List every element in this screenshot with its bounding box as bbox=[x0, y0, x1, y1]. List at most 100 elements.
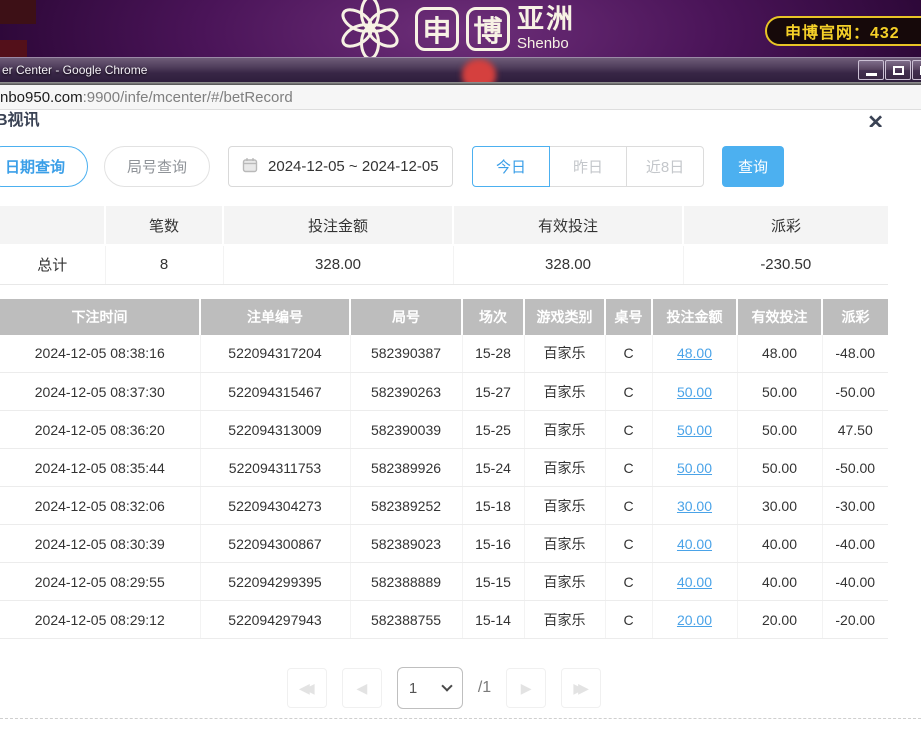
col-bet: 投注金额 bbox=[652, 299, 737, 335]
left-arrow-icon: ◀ bbox=[356, 680, 367, 697]
date-range-value: 2024-12-05 ~ 2024-12-05 bbox=[268, 158, 439, 175]
brand-logo: 申 博 亚洲 Shenbo bbox=[332, 0, 575, 57]
cell-round: 582389252 bbox=[350, 487, 462, 525]
tab-date-query[interactable]: 日期查询 bbox=[0, 146, 88, 187]
cell-time: 2024-12-05 08:29:12 bbox=[0, 601, 200, 639]
summary-col-payout: 派彩 bbox=[683, 206, 888, 245]
cell-bet-id: 522094313009 bbox=[200, 411, 350, 449]
cell-game: 百家乐 bbox=[524, 335, 605, 373]
cell-valid: 48.00 bbox=[737, 335, 822, 373]
cell-session: 15-27 bbox=[462, 373, 524, 411]
cell-valid: 50.00 bbox=[737, 449, 822, 487]
summary-payout: -230.50 bbox=[683, 245, 888, 284]
quick-yesterday-button[interactable]: 昨日 bbox=[549, 146, 627, 187]
search-button[interactable]: 查询 bbox=[722, 146, 784, 187]
window-title: er Center - Google Chrome bbox=[2, 63, 147, 77]
bet-amount-link[interactable]: 40.00 bbox=[677, 574, 712, 590]
brand-text: 亚洲 Shenbo bbox=[517, 6, 575, 51]
quick-today-button[interactable]: 今日 bbox=[472, 146, 550, 187]
bet-amount-link[interactable]: 50.00 bbox=[677, 384, 712, 400]
last-page-button[interactable]: ▶▶ bbox=[561, 668, 601, 708]
page-select-value: 1 bbox=[409, 680, 417, 697]
col-payout: 派彩 bbox=[822, 299, 888, 335]
cell-time: 2024-12-05 08:37:30 bbox=[0, 373, 200, 411]
cell-payout: -30.00 bbox=[822, 487, 888, 525]
records-header-row: 下注时间 注单编号 局号 场次 游戏类别 桌号 投注金额 有效投注 派彩 bbox=[0, 299, 888, 335]
maximize-button[interactable] bbox=[885, 60, 911, 80]
bet-amount-link[interactable]: 20.00 bbox=[677, 612, 712, 628]
col-table: 桌号 bbox=[605, 299, 652, 335]
bet-amount-link[interactable]: 30.00 bbox=[677, 498, 712, 514]
table-row: 2024-12-05 08:29:12 522094297943 5823887… bbox=[0, 601, 888, 639]
address-bar[interactable]: nbo950.com:9900/infe/mcenter/#/betRecord bbox=[0, 85, 921, 110]
double-left-arrow-icon: ◀◀ bbox=[299, 680, 309, 697]
browser-titlebar: er Center - Google Chrome bbox=[0, 57, 921, 82]
close-icon[interactable]: ✕ bbox=[867, 110, 884, 135]
col-session: 场次 bbox=[462, 299, 524, 335]
first-page-button[interactable]: ◀◀ bbox=[287, 668, 327, 708]
cell-bet-id: 522094304273 bbox=[200, 487, 350, 525]
bet-amount-link[interactable]: 50.00 bbox=[677, 460, 712, 476]
cell-valid: 50.00 bbox=[737, 411, 822, 449]
summary-col-empty bbox=[0, 206, 105, 245]
cell-session: 15-15 bbox=[462, 563, 524, 601]
maximize-icon bbox=[893, 66, 904, 75]
page-select[interactable]: 1 bbox=[397, 667, 463, 709]
url-domain: nbo950.com bbox=[0, 89, 83, 106]
minimize-icon bbox=[866, 73, 877, 76]
next-page-button[interactable]: ▶ bbox=[506, 668, 546, 708]
cell-round: 582389023 bbox=[350, 525, 462, 563]
cell-payout: -40.00 bbox=[822, 563, 888, 601]
summary-total-row: 总计 8 328.00 328.00 -230.50 bbox=[0, 245, 888, 284]
quick-last8-button[interactable]: 近8日 bbox=[626, 146, 704, 187]
cell-time: 2024-12-05 08:38:16 bbox=[0, 335, 200, 373]
prev-page-button[interactable]: ◀ bbox=[342, 668, 382, 708]
bet-amount-link[interactable]: 50.00 bbox=[677, 422, 712, 438]
official-site-badge: 申博官网：432 bbox=[765, 16, 921, 46]
summary-col-count: 笔数 bbox=[105, 206, 223, 245]
cell-payout: -50.00 bbox=[822, 373, 888, 411]
cell-game: 百家乐 bbox=[524, 449, 605, 487]
corner-artifact bbox=[0, 0, 36, 24]
date-range-input[interactable]: 2024-12-05 ~ 2024-12-05 bbox=[228, 146, 453, 187]
bet-amount-link[interactable]: 48.00 bbox=[677, 345, 712, 361]
cell-session: 15-14 bbox=[462, 601, 524, 639]
cell-game: 百家乐 bbox=[524, 487, 605, 525]
cell-game: 百家乐 bbox=[524, 563, 605, 601]
cell-game: 百家乐 bbox=[524, 601, 605, 639]
cell-time: 2024-12-05 08:29:55 bbox=[0, 563, 200, 601]
cell-time: 2024-12-05 08:36:20 bbox=[0, 411, 200, 449]
cell-round: 582390039 bbox=[350, 411, 462, 449]
summary-total-label: 总计 bbox=[0, 245, 105, 284]
bet-amount-link[interactable]: 40.00 bbox=[677, 536, 712, 552]
bet-record-panel: B视讯 ✕ 日期查询 局号查询 2024-12-05 ~ 2024-12-05 … bbox=[0, 110, 921, 736]
tab-round-query[interactable]: 局号查询 bbox=[104, 146, 210, 187]
table-row: 2024-12-05 08:32:06 522094304273 5823892… bbox=[0, 487, 888, 525]
cell-game: 百家乐 bbox=[524, 411, 605, 449]
brand-region: 亚洲 bbox=[517, 6, 575, 33]
filter-row: 日期查询 局号查询 2024-12-05 ~ 2024-12-05 今日 昨日 … bbox=[0, 146, 921, 187]
cell-round: 582388889 bbox=[350, 563, 462, 601]
cell-session: 15-24 bbox=[462, 449, 524, 487]
minimize-button[interactable] bbox=[858, 60, 884, 80]
cell-bet-id: 522094297943 bbox=[200, 601, 350, 639]
cell-table: C bbox=[605, 449, 652, 487]
cell-table: C bbox=[605, 525, 652, 563]
summary-col-bet: 投注金额 bbox=[223, 206, 453, 245]
calendar-icon bbox=[242, 157, 258, 177]
cell-valid: 40.00 bbox=[737, 563, 822, 601]
table-row: 2024-12-05 08:37:30 522094315467 5823902… bbox=[0, 373, 888, 411]
section-label: B视讯 bbox=[0, 110, 40, 130]
col-round: 局号 bbox=[350, 299, 462, 335]
double-right-arrow-icon: ▶▶ bbox=[573, 680, 583, 697]
table-row: 2024-12-05 08:29:55 522094299395 5823888… bbox=[0, 563, 888, 601]
close-window-button[interactable] bbox=[912, 60, 921, 80]
cell-bet-id: 522094311753 bbox=[200, 449, 350, 487]
summary-count: 8 bbox=[105, 245, 223, 284]
cell-round: 582388755 bbox=[350, 601, 462, 639]
cell-session: 15-28 bbox=[462, 335, 524, 373]
cell-valid: 30.00 bbox=[737, 487, 822, 525]
summary-table: 笔数 投注金额 有效投注 派彩 总计 8 328.00 328.00 -230.… bbox=[0, 206, 888, 285]
site-header: 申 博 亚洲 Shenbo 申博官网：432 bbox=[0, 0, 921, 57]
cell-time: 2024-12-05 08:30:39 bbox=[0, 525, 200, 563]
